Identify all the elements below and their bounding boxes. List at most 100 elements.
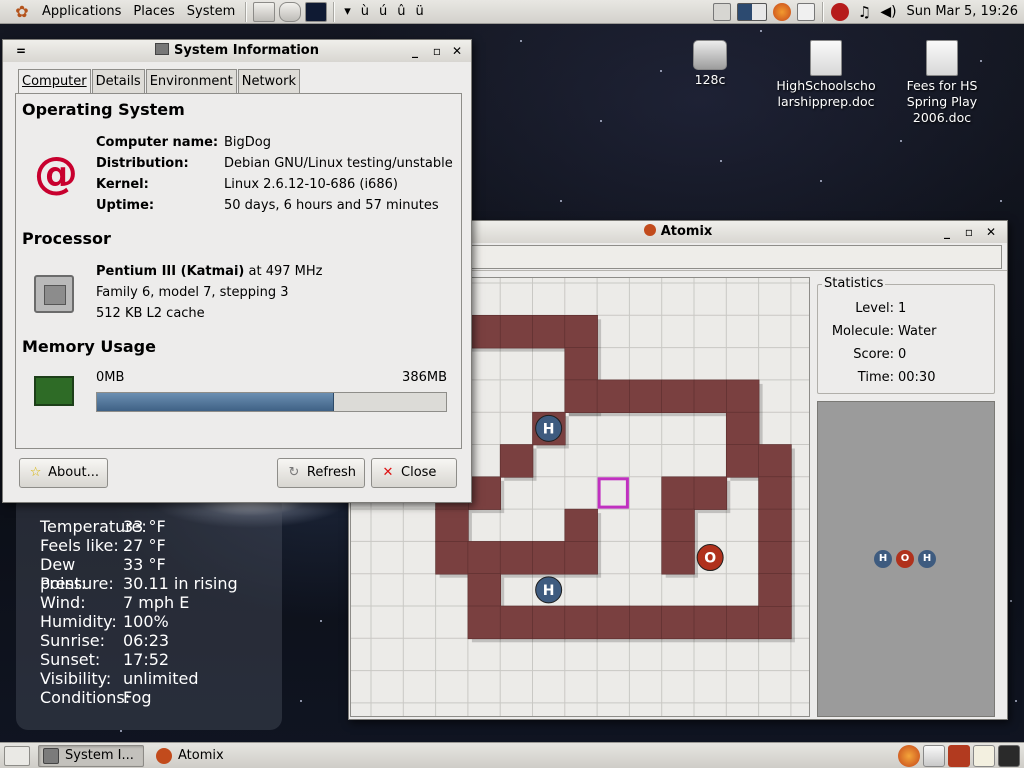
weather-row: Wind: 7 mph E xyxy=(16,593,282,612)
minimize-icon[interactable]: _ xyxy=(407,43,423,59)
char-palette-item[interactable]: ú xyxy=(374,0,392,24)
wall-tile xyxy=(725,605,760,640)
network-icon[interactable] xyxy=(713,3,732,21)
firefox-icon[interactable] xyxy=(773,3,792,21)
refresh-icon: ↻ xyxy=(288,465,300,480)
close-icon[interactable]: ✕ xyxy=(449,43,465,59)
memory-max-label: 386MB xyxy=(402,370,447,385)
bottom-panel: System I... Atomix xyxy=(0,742,1024,768)
wall-tile xyxy=(499,541,534,575)
atom-label: H xyxy=(543,583,555,599)
processor-family: Family 6, model 7, stepping 3 xyxy=(96,285,289,300)
text-editor-icon[interactable] xyxy=(948,745,970,767)
weather-value: 33 °F xyxy=(123,555,166,574)
tab-network[interactable]: Network xyxy=(237,69,301,93)
wall-tile xyxy=(693,379,728,414)
wall-tile xyxy=(693,476,728,510)
processor-cache: 512 KB L2 cache xyxy=(96,306,205,321)
trash-launcher-icon[interactable] xyxy=(279,1,302,22)
places-menu[interactable]: Places xyxy=(127,0,180,24)
os-value: BigDog xyxy=(224,135,271,150)
weather-value: 27 °F xyxy=(123,536,166,555)
atomix-task-icon xyxy=(156,747,172,764)
weather-key: Temperature: xyxy=(40,517,147,536)
weather-value: unlimited xyxy=(123,669,199,688)
weather-row: Humidity: 100% xyxy=(16,612,282,631)
window-icon[interactable] xyxy=(797,3,816,21)
tab-details[interactable]: Details xyxy=(91,69,145,93)
wall-tile xyxy=(467,605,502,640)
task-label: System I... xyxy=(65,748,134,763)
firefox-icon[interactable] xyxy=(898,745,920,767)
tab-computer[interactable]: Computer xyxy=(18,69,91,95)
wall-tile xyxy=(725,411,760,446)
wall-tile xyxy=(564,605,598,640)
weather-value: 17:52 xyxy=(123,650,170,669)
char-palette-item[interactable]: û xyxy=(392,0,410,24)
task-label: Atomix xyxy=(178,748,224,763)
document-icon xyxy=(810,40,842,76)
close-icon[interactable]: ✕ xyxy=(983,224,999,240)
tab-environment[interactable]: Environment xyxy=(145,69,237,93)
system-information-window: = System Information _ ▫ ✕ Computer Deta… xyxy=(2,39,472,503)
monitor-icon[interactable] xyxy=(998,745,1020,767)
os-heading: Operating System xyxy=(22,100,185,119)
volume-icon[interactable]: ◀) xyxy=(879,3,897,21)
wall-tile xyxy=(499,314,534,349)
memory-heading: Memory Usage xyxy=(22,337,156,356)
wall-tile xyxy=(596,605,631,640)
close-button[interactable]: ✕ Close xyxy=(371,458,457,488)
workspace-switcher-icon[interactable] xyxy=(737,3,768,21)
panel-separator xyxy=(245,1,248,22)
wall-tile xyxy=(435,541,469,575)
system-menu[interactable]: System xyxy=(181,0,241,24)
weather-widget: Temperature: 33 °F Feels like: 27 °F Dew p… xyxy=(16,494,282,730)
desktop-icon-label: 128c xyxy=(694,72,726,87)
char-palette-item[interactable]: ù xyxy=(356,0,374,24)
wall-tile xyxy=(693,605,728,640)
monitor-applet-icon[interactable] xyxy=(305,1,328,22)
record-icon[interactable] xyxy=(831,3,850,21)
windows-launcher-icon[interactable] xyxy=(253,1,276,22)
char-palette-dropdown-icon[interactable]: ▾ xyxy=(339,0,356,24)
clock[interactable]: Sun Mar 5, 19:26 xyxy=(906,0,1018,24)
sysinfo-tabs: Computer Details Environment Network xyxy=(18,69,301,95)
minimize-icon[interactable]: _ xyxy=(939,224,955,240)
weather-key: Dew point: xyxy=(40,555,87,593)
selection-cursor[interactable] xyxy=(597,477,629,509)
processor-name-line: Pentium III (Katmai) at 497 MHz xyxy=(96,261,322,282)
top-panel: ✿ Applications Places System ▾ ù ú û ü ♫… xyxy=(0,0,1024,24)
wall-tile xyxy=(758,476,792,510)
wall-tile xyxy=(467,314,502,349)
sysinfo-titlebar[interactable]: = System Information _ ▫ ✕ xyxy=(3,40,471,62)
wall-tile xyxy=(758,541,792,575)
taskbar-item-system-info[interactable]: System I... xyxy=(38,744,144,767)
desktop-icon-document[interactable]: HighSchoolscholarshipprep.doc xyxy=(776,40,876,110)
gnome-foot-icon[interactable]: ✿ xyxy=(12,2,32,22)
os-key: Computer name: xyxy=(96,135,219,150)
refresh-button-label: Refresh xyxy=(306,465,356,480)
about-button[interactable]: ☆ About... xyxy=(19,458,108,488)
weather-value: 100% xyxy=(123,612,169,631)
desktop-icon-document[interactable]: Fees for HS Spring Play 2006.doc xyxy=(892,40,992,126)
maximize-icon[interactable]: ▫ xyxy=(961,224,977,240)
maximize-icon[interactable]: ▫ xyxy=(429,43,445,59)
weather-row: Sunrise: 06:23 xyxy=(16,631,282,650)
music-note-icon[interactable]: ♫ xyxy=(855,3,873,21)
stat-key: Molecule: xyxy=(831,324,894,339)
applications-menu[interactable]: Applications xyxy=(36,0,127,24)
statistics-panel: Statistics Level: 1 Molecule: Water Score:… xyxy=(817,276,995,394)
notes-icon[interactable] xyxy=(973,745,995,767)
ram-icon xyxy=(34,376,74,406)
mail-icon[interactable] xyxy=(923,745,945,767)
taskbar-item-atomix[interactable]: Atomix xyxy=(152,745,258,767)
molecule-atom: H xyxy=(874,550,892,568)
processor-heading: Processor xyxy=(22,229,111,248)
show-desktop-button[interactable] xyxy=(4,745,30,766)
statistics-legend: Statistics xyxy=(822,276,886,291)
char-palette-item[interactable]: ü xyxy=(411,0,429,24)
refresh-button[interactable]: ↻ Refresh xyxy=(277,458,365,488)
wall-tile xyxy=(532,541,566,575)
desktop-icon-drive[interactable]: 128c xyxy=(660,40,760,88)
os-row: Distribution: Debian GNU/Linux testing/un… xyxy=(96,153,453,174)
